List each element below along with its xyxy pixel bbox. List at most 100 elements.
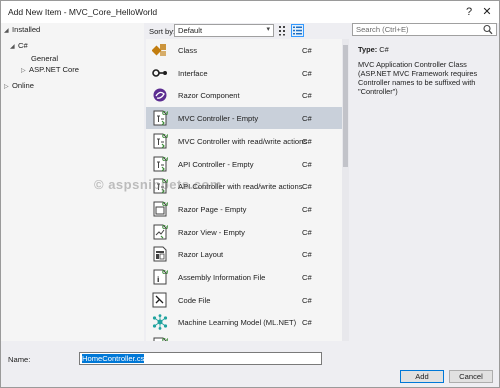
controller-icon: C# <box>152 110 170 126</box>
svg-text:C#: C# <box>162 111 168 117</box>
template-list-scrollbar[interactable] <box>342 39 349 341</box>
svg-text:C#: C# <box>162 134 168 140</box>
template-description: Type: C# MVC Application Controller Clas… <box>358 45 494 96</box>
template-row[interactable]: iC#Assembly Information FileC# <box>146 266 342 288</box>
template-name: Interface <box>178 68 208 78</box>
ml-model-icon <box>152 314 168 331</box>
template-row[interactable]: Razor Layout C# <box>146 243 342 265</box>
assembly-info-icon: iC# <box>152 269 170 285</box>
template-row[interactable]: C# Razor View - Empty C# <box>146 221 342 243</box>
scroll-thumb[interactable] <box>343 45 348 167</box>
class-icon <box>151 42 168 58</box>
name-field[interactable]: HomeController.cs <box>79 352 322 365</box>
watermark: © aspsnippets.com <box>94 177 222 192</box>
tree-label: Online <box>12 81 34 90</box>
close-button[interactable]: ✕ <box>479 4 495 20</box>
svg-text:C#: C# <box>162 202 168 208</box>
code-file-icon <box>152 292 168 308</box>
type-value: C# <box>379 45 389 54</box>
template-language: C# <box>302 91 312 101</box>
add-button[interactable]: Add <box>400 370 444 383</box>
name-label: Name: <box>8 355 31 364</box>
template-name: Razor View - Empty <box>178 227 245 237</box>
cancel-button[interactable]: Cancel <box>449 370 493 383</box>
template-name: Razor Page - Empty <box>178 204 247 214</box>
template-row[interactable]: Machine Learning Model (ML.NET) C# <box>146 311 342 333</box>
dialog-footer: Name: HomeController.cs Add Cancel <box>1 341 499 387</box>
template-name: Machine Learning Model (ML.NET) <box>178 318 297 328</box>
template-name: Code File <box>178 295 211 305</box>
search-input[interactable]: Search (Ctrl+E) <box>352 23 497 36</box>
name-value: HomeController.cs <box>82 354 145 363</box>
template-row[interactable]: Razor Component C# <box>146 84 342 106</box>
template-name: Class <box>178 46 197 55</box>
template-language: C# <box>302 46 312 55</box>
type-row: Type: C# <box>358 45 494 54</box>
template-name: Razor Component <box>178 91 240 101</box>
tree-label: ASP.NET Core <box>29 65 79 74</box>
small-icons-view-button[interactable] <box>291 24 304 37</box>
razor-page-icon: C# <box>152 201 170 217</box>
template-language: C# <box>302 204 312 214</box>
template-name: Razor Layout <box>178 250 224 260</box>
template-row[interactable]: C# MVC Controller - Empty C# <box>146 107 342 130</box>
sort-value: Default <box>178 26 203 35</box>
template-row[interactable]: Code File C# <box>146 289 342 311</box>
tree-label: General <box>31 54 59 63</box>
list-view-icon <box>293 26 302 35</box>
template-row[interactable]: C#C# <box>146 334 342 341</box>
medium-icons-view-button[interactable] <box>277 24 290 37</box>
razor-component-icon <box>152 87 168 103</box>
sort-label: Sort by: <box>149 27 176 36</box>
template-row[interactable]: C#MVC Controller with read/write actions… <box>146 130 342 152</box>
collapsed-arrow-icon: ▷ <box>4 84 9 90</box>
tree-label: C# <box>18 41 28 50</box>
template-name: Assembly Information File <box>178 273 266 282</box>
template-language: C# <box>302 159 312 169</box>
controller-icon: C# <box>152 133 170 149</box>
template-language: C# <box>302 136 312 146</box>
svg-text:i: i <box>157 276 159 284</box>
tree-item-aspnet-core[interactable]: ▷ ASP.NET Core <box>21 65 79 77</box>
svg-text:C#: C# <box>162 225 168 231</box>
chevron-down-icon: ▾ <box>266 26 270 33</box>
svg-text:C#: C# <box>162 270 168 276</box>
razor-view-icon: C# <box>152 224 170 240</box>
add-new-item-dialog: Add New Item - MVC_Core_HelloWorld ? ✕ ◢… <box>0 0 500 388</box>
template-name: MVC Controller - Empty <box>178 114 259 124</box>
template-language: C# <box>302 227 312 237</box>
description-text: MVC Application Controller Class (ASP.NE… <box>358 60 478 96</box>
tree-item-online[interactable]: ▷ Online <box>4 81 34 93</box>
razor-layout-icon <box>152 246 168 262</box>
template-row[interactable]: Class C# <box>146 39 342 61</box>
help-button[interactable]: ? <box>461 4 477 20</box>
sort-toolbar: Sort by: Default ▾ <box>146 23 346 39</box>
template-language: C# <box>302 250 312 260</box>
template-language: C# <box>302 318 312 328</box>
template-name: MVC Controller with read/write actions <box>178 136 308 146</box>
window-title: Add New Item - MVC_Core_HelloWorld <box>8 7 158 17</box>
search-icon <box>483 24 493 35</box>
grid-view-icon <box>279 26 285 36</box>
title-bar: Add New Item - MVC_Core_HelloWorld ? ✕ <box>1 1 499 23</box>
svg-text:C#: C# <box>162 157 168 163</box>
expanded-arrow-icon: ◢ <box>4 28 9 34</box>
template-row[interactable]: Interface C# <box>146 62 342 84</box>
template-language: C# <box>302 68 312 78</box>
template-language: C# <box>302 114 312 124</box>
template-language: C# <box>302 273 312 282</box>
template-name: API Controller - Empty <box>178 159 254 169</box>
controller-icon: C# <box>152 156 170 172</box>
template-row[interactable]: C# API Controller - Empty C# <box>146 153 342 175</box>
interface-icon <box>152 65 168 81</box>
search-placeholder: Search (Ctrl+E) <box>356 25 409 34</box>
tree-label: Installed <box>12 25 41 34</box>
tree-item-csharp[interactable]: ◢ C# <box>10 41 28 53</box>
tree-item-installed[interactable]: ◢ Installed <box>4 25 40 37</box>
template-row[interactable]: C# Razor Page - Empty C# <box>146 198 342 220</box>
expanded-arrow-icon: ◢ <box>10 44 15 50</box>
collapsed-arrow-icon: ▷ <box>21 68 26 74</box>
template-language: C# <box>302 295 312 305</box>
sort-dropdown[interactable]: Default ▾ <box>174 24 274 37</box>
type-label: Type: <box>358 45 378 54</box>
